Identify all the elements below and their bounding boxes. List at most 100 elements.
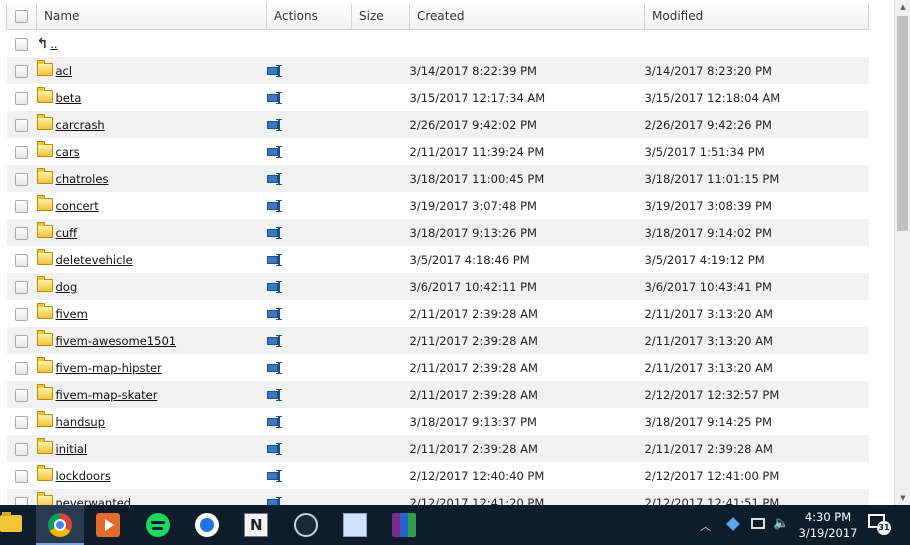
- folder-link[interactable]: beta: [56, 91, 82, 105]
- rename-action-icon[interactable]: [266, 334, 282, 347]
- select-all-checkbox[interactable]: [15, 10, 28, 23]
- rename-action-icon[interactable]: [266, 145, 282, 158]
- taskbar-steam[interactable]: [282, 505, 330, 545]
- folder-link[interactable]: chatroles: [56, 172, 109, 186]
- scroll-thumb[interactable]: [897, 16, 908, 231]
- rename-action-icon[interactable]: [266, 226, 282, 239]
- table-row[interactable]: initial 2/11/2017 2:39:28 AM 2/11/2017 2:3…: [6, 435, 869, 462]
- taskbar-file-explorer[interactable]: [0, 505, 26, 545]
- rename-action-icon[interactable]: [266, 64, 282, 77]
- scroll-down-arrow-icon[interactable]: ▼: [895, 491, 910, 505]
- folder-link[interactable]: neverwanted: [56, 496, 132, 505]
- rename-action-icon[interactable]: [266, 442, 282, 455]
- tray-expand-chevron-icon[interactable]: ︿: [700, 518, 711, 534]
- table-row[interactable]: chatroles 3/18/2017 11:00:45 PM 3/18/2017 …: [6, 165, 869, 192]
- taskbar-paint[interactable]: [331, 505, 379, 545]
- taskbar-spotify[interactable]: [134, 505, 182, 545]
- select-all-header: [6, 3, 37, 30]
- table-row[interactable]: fivem-map-hipster 2/11/2017 2:39:28 AM 2/1…: [7, 354, 869, 381]
- rename-action-icon[interactable]: [266, 469, 282, 482]
- row-checkbox[interactable]: [15, 388, 28, 402]
- table-row[interactable]: fivem-awesome1501 2/11/2017 2:39:28 AM 2/1…: [6, 327, 869, 354]
- folder-link[interactable]: fivem-map-skater: [56, 388, 158, 402]
- table-row[interactable]: neverwanted 2/12/2017 12:41:20 PM 2/12/201…: [6, 489, 869, 505]
- folder-link[interactable]: fivem-map-hipster: [56, 361, 162, 375]
- folder-link[interactable]: cars: [56, 145, 80, 159]
- folder-link[interactable]: initial: [56, 442, 88, 456]
- table-row[interactable]: beta 3/15/2017 12:17:34 AM 3/15/2017 12:18…: [7, 84, 869, 111]
- row-checkbox[interactable]: [15, 415, 28, 429]
- rename-action-icon[interactable]: [266, 253, 282, 266]
- row-checkbox[interactable]: [15, 226, 28, 240]
- actions-cell: [266, 219, 352, 246]
- table-row[interactable]: cuff 3/18/2017 9:13:26 PM 3/18/2017 9:14:0…: [6, 219, 869, 246]
- taskbar-clock[interactable]: 4:30 PM 3/19/2017: [795, 509, 861, 541]
- table-row[interactable]: concert 3/19/2017 3:07:48 PM 3/19/2017 3:0…: [7, 192, 869, 219]
- table-row[interactable]: cars 2/11/2017 11:39:24 PM 3/5/2017 1:51:3…: [7, 138, 869, 165]
- folder-link[interactable]: fivem: [56, 307, 88, 321]
- row-checkbox[interactable]: [15, 307, 28, 321]
- column-header-name[interactable]: Name: [36, 3, 267, 30]
- row-checkbox[interactable]: [15, 253, 28, 267]
- rename-action-icon[interactable]: [266, 91, 282, 104]
- row-check-cell: [6, 381, 37, 408]
- row-check-cell: [7, 84, 37, 111]
- rename-action-icon[interactable]: [266, 280, 282, 293]
- table-row[interactable]: fivem-map-skater 2/11/2017 2:39:28 AM 2/12…: [6, 381, 869, 408]
- rename-action-icon[interactable]: [266, 172, 282, 185]
- table-row[interactable]: fivem 2/11/2017 2:39:28 AM 2/11/2017 3:13:…: [7, 300, 869, 327]
- dropbox-tray-icon[interactable]: [726, 517, 740, 531]
- taskbar-winrar[interactable]: [380, 505, 428, 545]
- column-header-actions[interactable]: Actions: [266, 3, 352, 30]
- rename-action-icon[interactable]: [266, 415, 282, 428]
- rename-action-icon[interactable]: [266, 118, 282, 131]
- table-row[interactable]: deletevehicle 3/5/2017 4:18:46 PM 3/5/2017…: [7, 246, 869, 273]
- row-checkbox[interactable]: [15, 280, 28, 294]
- folder-link[interactable]: deletevehicle: [56, 253, 133, 267]
- taskbar-chrome[interactable]: [36, 505, 84, 545]
- row-checkbox[interactable]: [15, 496, 28, 505]
- folder-link[interactable]: carcrash: [56, 118, 105, 132]
- table-row[interactable]: dog 3/6/2017 10:42:11 PM 3/6/2017 10:43:41…: [6, 273, 869, 300]
- row-checkbox[interactable]: [15, 442, 28, 456]
- folder-link[interactable]: handsup: [56, 415, 106, 429]
- volume-icon[interactable]: 🔈: [773, 516, 789, 531]
- folder-link[interactable]: cuff: [56, 226, 78, 240]
- folder-link[interactable]: acl: [56, 64, 73, 78]
- column-header-created[interactable]: Created: [409, 3, 645, 30]
- rename-action-icon[interactable]: [266, 361, 282, 374]
- table-row[interactable]: acl 3/14/2017 8:22:39 PM 3/14/2017 8:23:20…: [6, 57, 869, 84]
- table-row[interactable]: lockdoors 2/12/2017 12:40:40 PM 2/12/2017 …: [7, 462, 869, 489]
- row-checkbox[interactable]: [15, 199, 28, 213]
- row-checkbox[interactable]: [15, 64, 28, 78]
- row-checkbox[interactable]: [15, 91, 28, 105]
- column-header-modified[interactable]: Modified: [644, 3, 869, 30]
- taskbar-notepad[interactable]: [232, 505, 280, 545]
- rename-action-icon[interactable]: [266, 496, 282, 505]
- folder-link[interactable]: fivem-awesome1501: [56, 334, 177, 348]
- row-checkbox[interactable]: [15, 37, 28, 51]
- rename-action-icon[interactable]: [266, 307, 282, 320]
- table-row[interactable]: handsup 3/18/2017 9:13:37 PM 3/18/2017 9:1…: [7, 408, 869, 435]
- row-checkbox[interactable]: [15, 469, 28, 483]
- rename-action-icon[interactable]: [266, 199, 282, 212]
- table-row[interactable]: carcrash 2/26/2017 9:42:02 PM 2/26/2017 9:…: [6, 111, 869, 138]
- column-header-size[interactable]: Size: [351, 3, 410, 30]
- taskbar-media-player[interactable]: [84, 505, 132, 545]
- folder-link[interactable]: lockdoors: [56, 469, 111, 483]
- folder-link[interactable]: concert: [56, 199, 99, 213]
- row-checkbox[interactable]: [15, 172, 28, 186]
- notification-center-icon[interactable]: 31: [868, 514, 891, 535]
- scroll-up-arrow-icon[interactable]: ▲: [895, 0, 910, 14]
- row-checkbox[interactable]: [15, 145, 28, 159]
- row-checkbox[interactable]: [15, 118, 28, 132]
- network-icon[interactable]: [751, 518, 765, 529]
- row-checkbox[interactable]: [15, 361, 28, 375]
- row-checkbox[interactable]: [15, 334, 28, 348]
- rename-action-icon[interactable]: [266, 388, 282, 401]
- parent-directory-link[interactable]: ..: [50, 37, 57, 51]
- name-cell: beta: [36, 84, 267, 111]
- folder-link[interactable]: dog: [56, 280, 78, 294]
- taskbar-app[interactable]: [183, 505, 231, 545]
- vertical-scrollbar[interactable]: ▲ ▼: [894, 0, 910, 505]
